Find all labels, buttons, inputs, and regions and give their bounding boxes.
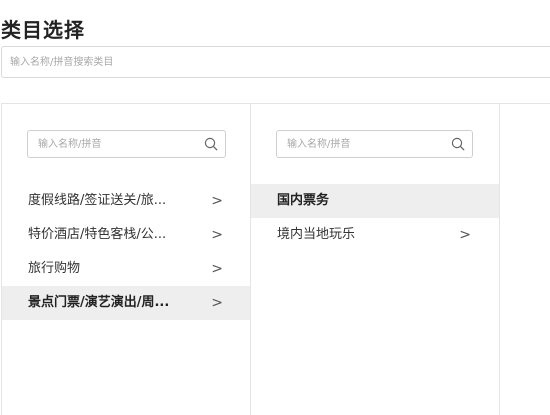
global-search-field[interactable] [1, 46, 550, 78]
list-item-label: 旅行购物 [28, 261, 81, 276]
category-list-level-2: 国内票务 境内当地玩乐 > [251, 184, 499, 252]
list-item-label: 度假线路/签证送关/旅... [28, 193, 167, 208]
category-panel: 度假线路/签证送关/旅... > 特价酒店/特色客栈/公... > 旅行购物 >… [1, 103, 550, 415]
column-2-search-input[interactable] [277, 131, 446, 157]
list-item[interactable]: 特价酒店/特色客栈/公... > [2, 218, 250, 252]
list-item-label: 特价酒店/特色客栈/公... [28, 227, 167, 242]
chevron-right-icon: > [211, 193, 223, 209]
chevron-right-icon: > [211, 261, 223, 277]
column-1-search-field[interactable] [27, 130, 226, 158]
list-item-label: 境内当地玩乐 [277, 227, 356, 242]
search-icon[interactable] [451, 137, 465, 151]
column-1-search-input[interactable] [28, 131, 199, 157]
page-title: 类目选择 [1, 18, 85, 42]
global-search-input[interactable] [2, 47, 550, 77]
column-2-search-field[interactable] [276, 130, 473, 158]
chevron-right-icon: > [211, 227, 223, 243]
category-list-level-1: 度假线路/签证送关/旅... > 特价酒店/特色客栈/公... > 旅行购物 >… [2, 184, 250, 320]
list-item[interactable]: 度假线路/签证送关/旅... > [2, 184, 250, 218]
search-icon[interactable] [204, 137, 218, 151]
list-item[interactable]: 旅行购物 > [2, 252, 250, 286]
list-item[interactable]: 景点门票/演艺演出/周... > [2, 286, 250, 320]
category-column-level-1: 度假线路/签证送关/旅... > 特价酒店/特色客栈/公... > 旅行购物 >… [2, 104, 251, 415]
list-item-label: 景点门票/演艺演出/周... [28, 295, 170, 310]
list-item[interactable]: 境内当地玩乐 > [251, 218, 499, 252]
category-column-level-2: 国内票务 境内当地玩乐 > [251, 104, 500, 415]
category-selector-page: 类目选择 度假线路/签证送关/旅... > 特价酒店/特色客栈/公... [0, 0, 550, 415]
chevron-right-icon: > [459, 227, 471, 243]
chevron-right-icon: > [211, 295, 223, 311]
list-item-label: 国内票务 [277, 193, 330, 208]
list-item[interactable]: 国内票务 [251, 184, 499, 218]
